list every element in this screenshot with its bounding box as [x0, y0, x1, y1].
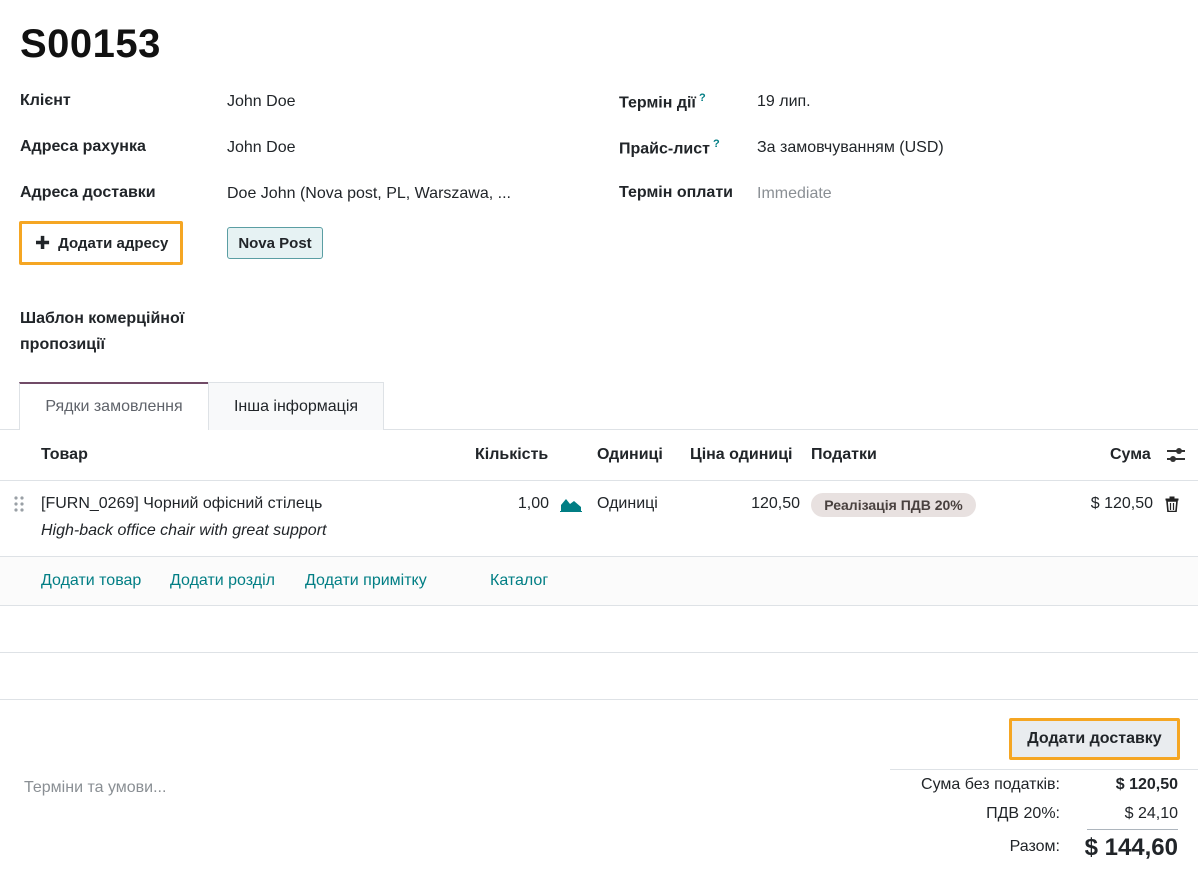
row-divider: [0, 699, 1198, 700]
row-unit-price[interactable]: 120,50: [720, 495, 800, 513]
payment-terms-label: Термін оплати: [619, 184, 733, 201]
add-address-label: Додати адресу: [58, 234, 169, 252]
column-header-subtotal[interactable]: Сума: [1110, 446, 1151, 464]
terms-and-conditions-field[interactable]: Терміни та умови...: [24, 779, 166, 797]
tab-other-info[interactable]: Інша інформація: [208, 382, 384, 430]
plus-icon: ✚: [35, 233, 51, 253]
validity-label: Термін дії?: [619, 92, 706, 112]
validity-label-text: Термін дії: [619, 94, 696, 112]
quotation-template-label: Шаблон комерційної пропозиції: [20, 306, 184, 358]
add-address-button[interactable]: ✚ Додати адресу: [19, 221, 183, 265]
total-label: Разом:: [1009, 838, 1060, 855]
delivery-address-label: Адреса доставки: [20, 184, 156, 201]
column-header-taxes[interactable]: Податки: [811, 446, 877, 464]
row-product[interactable]: [FURN_0269] Чорний офісний стілець: [41, 495, 322, 513]
untaxed-label: Сума без податків:: [921, 776, 1060, 793]
untaxed-value: $ 120,50: [1115, 776, 1178, 793]
total-divider: [1087, 829, 1178, 830]
pricelist-field[interactable]: За замовчуванням (USD): [757, 139, 944, 157]
forecast-chart-icon[interactable]: [560, 496, 582, 517]
quotation-template-label-line1: Шаблон комерційної: [20, 310, 185, 327]
column-header-unit-price[interactable]: Ціна одиниці: [690, 446, 792, 464]
add-product-link[interactable]: Додати товар: [41, 572, 141, 590]
row-divider: [0, 605, 1198, 606]
invoice-address-label: Адреса рахунка: [20, 138, 146, 155]
row-description[interactable]: High-back office chair with great suppor…: [41, 522, 326, 540]
delivery-address-field[interactable]: Doe John (Nova post, PL, Warszawa, ...: [227, 185, 511, 203]
vat-value: $ 24,10: [1124, 805, 1178, 822]
payment-terms-field[interactable]: Immediate: [757, 185, 832, 203]
totals-divider: [890, 769, 1198, 770]
add-shipping-button[interactable]: Додати доставку: [1009, 718, 1180, 760]
customer-label: Клієнт: [20, 92, 71, 109]
total-value: $ 144,60: [1084, 834, 1178, 861]
pricelist-label-text: Прайс-лист: [619, 140, 710, 158]
tax-badge[interactable]: Реалізація ПДВ 20%: [811, 493, 976, 517]
help-icon[interactable]: ?: [713, 138, 720, 150]
validity-field[interactable]: 19 лип.: [757, 93, 811, 111]
column-header-quantity[interactable]: Кількість: [475, 446, 548, 464]
nova-post-button[interactable]: Nova Post: [227, 227, 323, 259]
invoice-address-field[interactable]: John Doe: [227, 139, 296, 157]
page-title: S00153: [20, 22, 161, 66]
catalog-link[interactable]: Каталог: [490, 572, 548, 590]
add-section-link[interactable]: Додати розділ: [170, 572, 275, 590]
header-divider: [0, 480, 1198, 481]
tab-order-lines[interactable]: Рядки замовлення: [19, 382, 209, 430]
column-header-uom[interactable]: Одиниці: [597, 446, 663, 464]
row-subtotal: $ 120,50: [1090, 495, 1153, 512]
row-divider: [0, 652, 1198, 653]
column-header-product[interactable]: Товар: [41, 446, 88, 464]
help-icon[interactable]: ?: [699, 92, 706, 104]
customer-field[interactable]: John Doe: [227, 93, 296, 111]
drag-handle-icon[interactable]: [13, 495, 25, 518]
trash-icon[interactable]: [1165, 496, 1179, 517]
add-note-link[interactable]: Додати примітку: [305, 572, 427, 590]
row-quantity[interactable]: 1,00: [490, 495, 549, 513]
vat-label: ПДВ 20%:: [986, 805, 1060, 822]
row-uom[interactable]: Одиниці: [597, 495, 658, 513]
optional-columns-icon[interactable]: [1166, 446, 1186, 469]
pricelist-label: Прайс-лист?: [619, 138, 720, 158]
quotation-template-label-line2: пропозиції: [20, 336, 106, 353]
